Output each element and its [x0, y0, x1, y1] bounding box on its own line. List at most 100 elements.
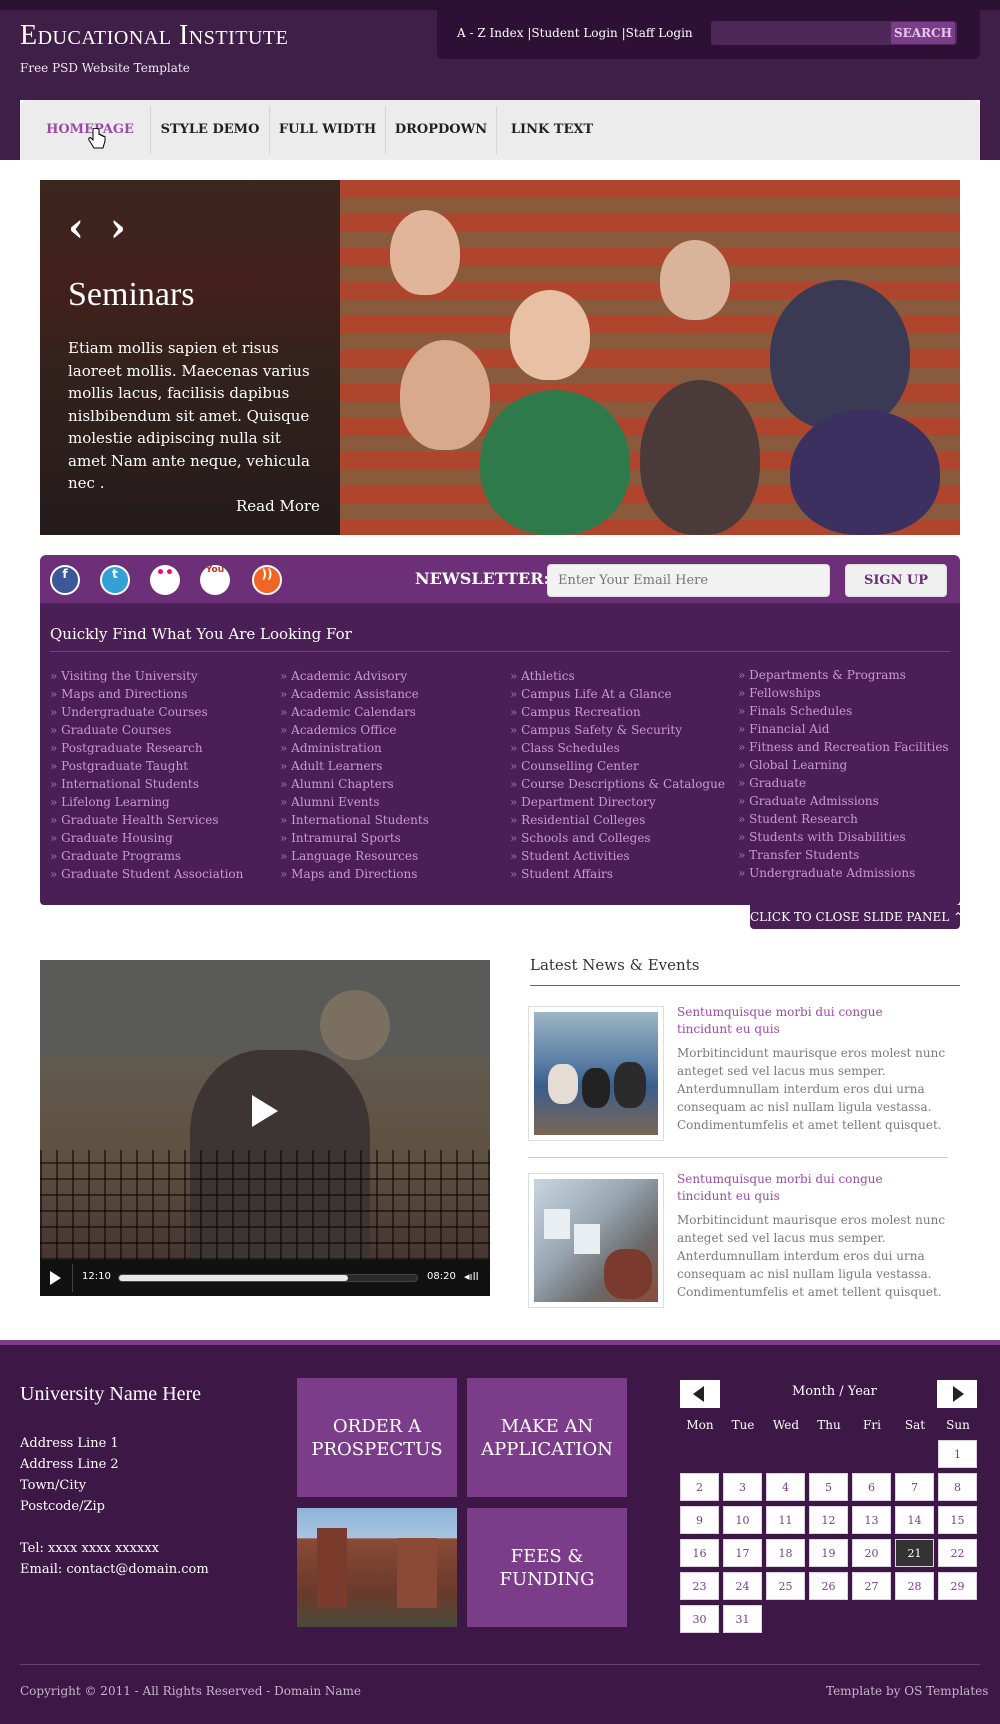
facebook-icon[interactable]: f — [50, 565, 80, 595]
news-thumbnail-2[interactable] — [528, 1173, 664, 1308]
quick-link[interactable]: Fitness and Recreation Facilities — [738, 738, 948, 756]
calendar-next-button[interactable] — [937, 1380, 977, 1408]
quick-link[interactable]: Department Directory — [510, 793, 725, 811]
calendar-day[interactable]: 4 — [766, 1473, 805, 1501]
video-player[interactable]: 12:10 08:20 ◂ıll — [40, 960, 490, 1296]
calendar-day[interactable]: 29 — [938, 1572, 977, 1600]
quick-link[interactable]: Fellowships — [738, 684, 949, 702]
calendar-day[interactable]: 27 — [852, 1572, 891, 1600]
calendar-day[interactable]: 17 — [723, 1539, 762, 1567]
calendar-day[interactable]: 3 — [723, 1473, 762, 1501]
calendar-day[interactable]: 6 — [852, 1473, 891, 1501]
newsletter-email-input[interactable] — [547, 564, 830, 597]
nav-dropdown[interactable]: DROPDOWN — [386, 100, 496, 160]
quick-link[interactable]: Academic Calendars — [280, 703, 429, 721]
close-slide-panel-button[interactable]: CLICK TO CLOSE SLIDE PANEL ⌃ — [750, 905, 963, 929]
calendar-day[interactable]: 15 — [938, 1506, 977, 1534]
flickr-icon[interactable]: •• — [150, 565, 180, 595]
quick-link[interactable]: Campus Safety & Security — [510, 721, 725, 739]
calendar-prev-button[interactable] — [680, 1380, 720, 1408]
quick-link[interactable]: Graduate Admissions — [738, 792, 949, 810]
quick-link[interactable]: International Students — [50, 775, 243, 793]
calendar-day[interactable]: 23 — [680, 1572, 719, 1600]
order-prospectus-button[interactable]: ORDER A PROSPECTUS — [297, 1378, 457, 1497]
calendar-day[interactable]: 9 — [680, 1506, 719, 1534]
calendar-day-today[interactable]: 21 — [895, 1539, 934, 1567]
quick-link[interactable]: Athletics — [510, 667, 725, 685]
quick-link[interactable]: Maps and Directions — [280, 865, 429, 883]
az-index-link[interactable]: A - Z Index — [457, 26, 524, 40]
quick-link[interactable]: Departments & Programs — [738, 666, 949, 684]
calendar-day[interactable]: 5 — [809, 1473, 848, 1501]
calendar-day[interactable]: 20 — [852, 1539, 891, 1567]
template-credit[interactable]: Template by OS Templates — [826, 1684, 988, 1698]
fees-funding-button[interactable]: FEES & FUNDING — [467, 1508, 627, 1627]
calendar-day[interactable]: 28 — [895, 1572, 934, 1600]
video-seek-bar[interactable] — [118, 1274, 418, 1282]
news-headline-2[interactable]: Sentumquisque morbi dui congue tincidunt… — [677, 1171, 937, 1205]
quick-link[interactable]: Academic Advisory — [280, 667, 429, 685]
calendar-day[interactable]: 14 — [895, 1506, 934, 1534]
quick-link[interactable]: Undergraduate Courses — [50, 703, 243, 721]
calendar-day[interactable]: 24 — [723, 1572, 762, 1600]
calendar-day[interactable]: 8 — [938, 1473, 977, 1501]
calendar-day[interactable]: 18 — [766, 1539, 805, 1567]
calendar-day[interactable]: 10 — [723, 1506, 762, 1534]
quick-link[interactable]: Counselling Center — [510, 757, 725, 775]
quick-link[interactable]: Maps and Directions — [50, 685, 243, 703]
calendar-day[interactable]: 22 — [938, 1539, 977, 1567]
quick-link[interactable]: Postgraduate Taught — [50, 757, 243, 775]
volume-icon[interactable]: ◂ıll — [464, 1270, 479, 1283]
calendar-day[interactable]: 26 — [809, 1572, 848, 1600]
nav-full-width[interactable]: FULL WIDTH — [270, 100, 385, 160]
quick-link[interactable]: Campus Life At a Glance — [510, 685, 725, 703]
search-button[interactable]: SEARCH — [891, 22, 955, 44]
quick-link[interactable]: Alumni Chapters — [280, 775, 429, 793]
read-more-link[interactable]: Read More — [236, 497, 320, 515]
quick-link[interactable]: Campus Recreation — [510, 703, 725, 721]
quick-link[interactable]: Language Resources — [280, 847, 429, 865]
calendar-day[interactable]: 2 — [680, 1473, 719, 1501]
quick-link[interactable]: Student Affairs — [510, 865, 725, 883]
student-login-link[interactable]: Student Login — [531, 26, 617, 40]
calendar-day[interactable]: 30 — [680, 1605, 719, 1633]
quick-link[interactable]: Global Learning — [738, 756, 949, 774]
quick-link[interactable]: Academics Office — [280, 721, 429, 739]
quick-link[interactable]: Class Schedules — [510, 739, 725, 757]
quick-link[interactable]: Graduate Student Association — [50, 865, 243, 883]
quick-link[interactable]: Academic Assistance — [280, 685, 429, 703]
quick-link[interactable]: Lifelong Learning — [50, 793, 243, 811]
quick-link[interactable]: Student Activities — [510, 847, 725, 865]
quick-link[interactable]: International Students — [280, 811, 429, 829]
quick-link[interactable]: Postgraduate Research — [50, 739, 243, 757]
site-title[interactable]: Educational Institute — [20, 20, 288, 52]
nav-link-text[interactable]: LINK TEXT — [497, 100, 607, 160]
quick-link[interactable]: Transfer Students — [738, 846, 949, 864]
quick-link[interactable]: Visiting the University — [50, 667, 243, 685]
quick-link[interactable]: Residential Colleges — [510, 811, 725, 829]
rss-icon[interactable]: )) — [252, 565, 282, 595]
youtube-icon[interactable]: You — [200, 565, 230, 595]
news-headline-1[interactable]: Sentumquisque morbi dui congue tincidunt… — [677, 1004, 937, 1038]
quick-link[interactable]: Financial Aid — [738, 720, 949, 738]
quick-link[interactable]: Graduate Housing — [50, 829, 243, 847]
quick-link[interactable]: Finals Schedules — [738, 702, 949, 720]
quick-link[interactable]: Students with Disabilities — [738, 828, 949, 846]
quick-link[interactable]: Adult Learners — [280, 757, 429, 775]
quick-link[interactable]: Alumni Events — [280, 793, 429, 811]
nav-style-demo[interactable]: STYLE DEMO — [151, 100, 269, 160]
twitter-icon[interactable]: t — [100, 565, 130, 595]
calendar-day[interactable]: 7 — [895, 1473, 934, 1501]
slider-arrows[interactable]: ‹ › — [68, 208, 132, 248]
calendar-day[interactable]: 12 — [809, 1506, 848, 1534]
signup-button[interactable]: SIGN UP — [845, 564, 947, 597]
quick-link[interactable]: Graduate — [738, 774, 949, 792]
quick-link[interactable]: Administration — [280, 739, 429, 757]
calendar-day[interactable]: 16 — [680, 1539, 719, 1567]
make-application-button[interactable]: MAKE AN APPLICATION — [467, 1378, 627, 1497]
email[interactable]: Email: contact@domain.com — [20, 1562, 209, 1577]
calendar-day[interactable]: 13 — [852, 1506, 891, 1534]
news-thumbnail-1[interactable] — [528, 1006, 664, 1141]
play-icon[interactable] — [252, 1095, 278, 1127]
staff-login-link[interactable]: Staff Login — [626, 26, 693, 40]
